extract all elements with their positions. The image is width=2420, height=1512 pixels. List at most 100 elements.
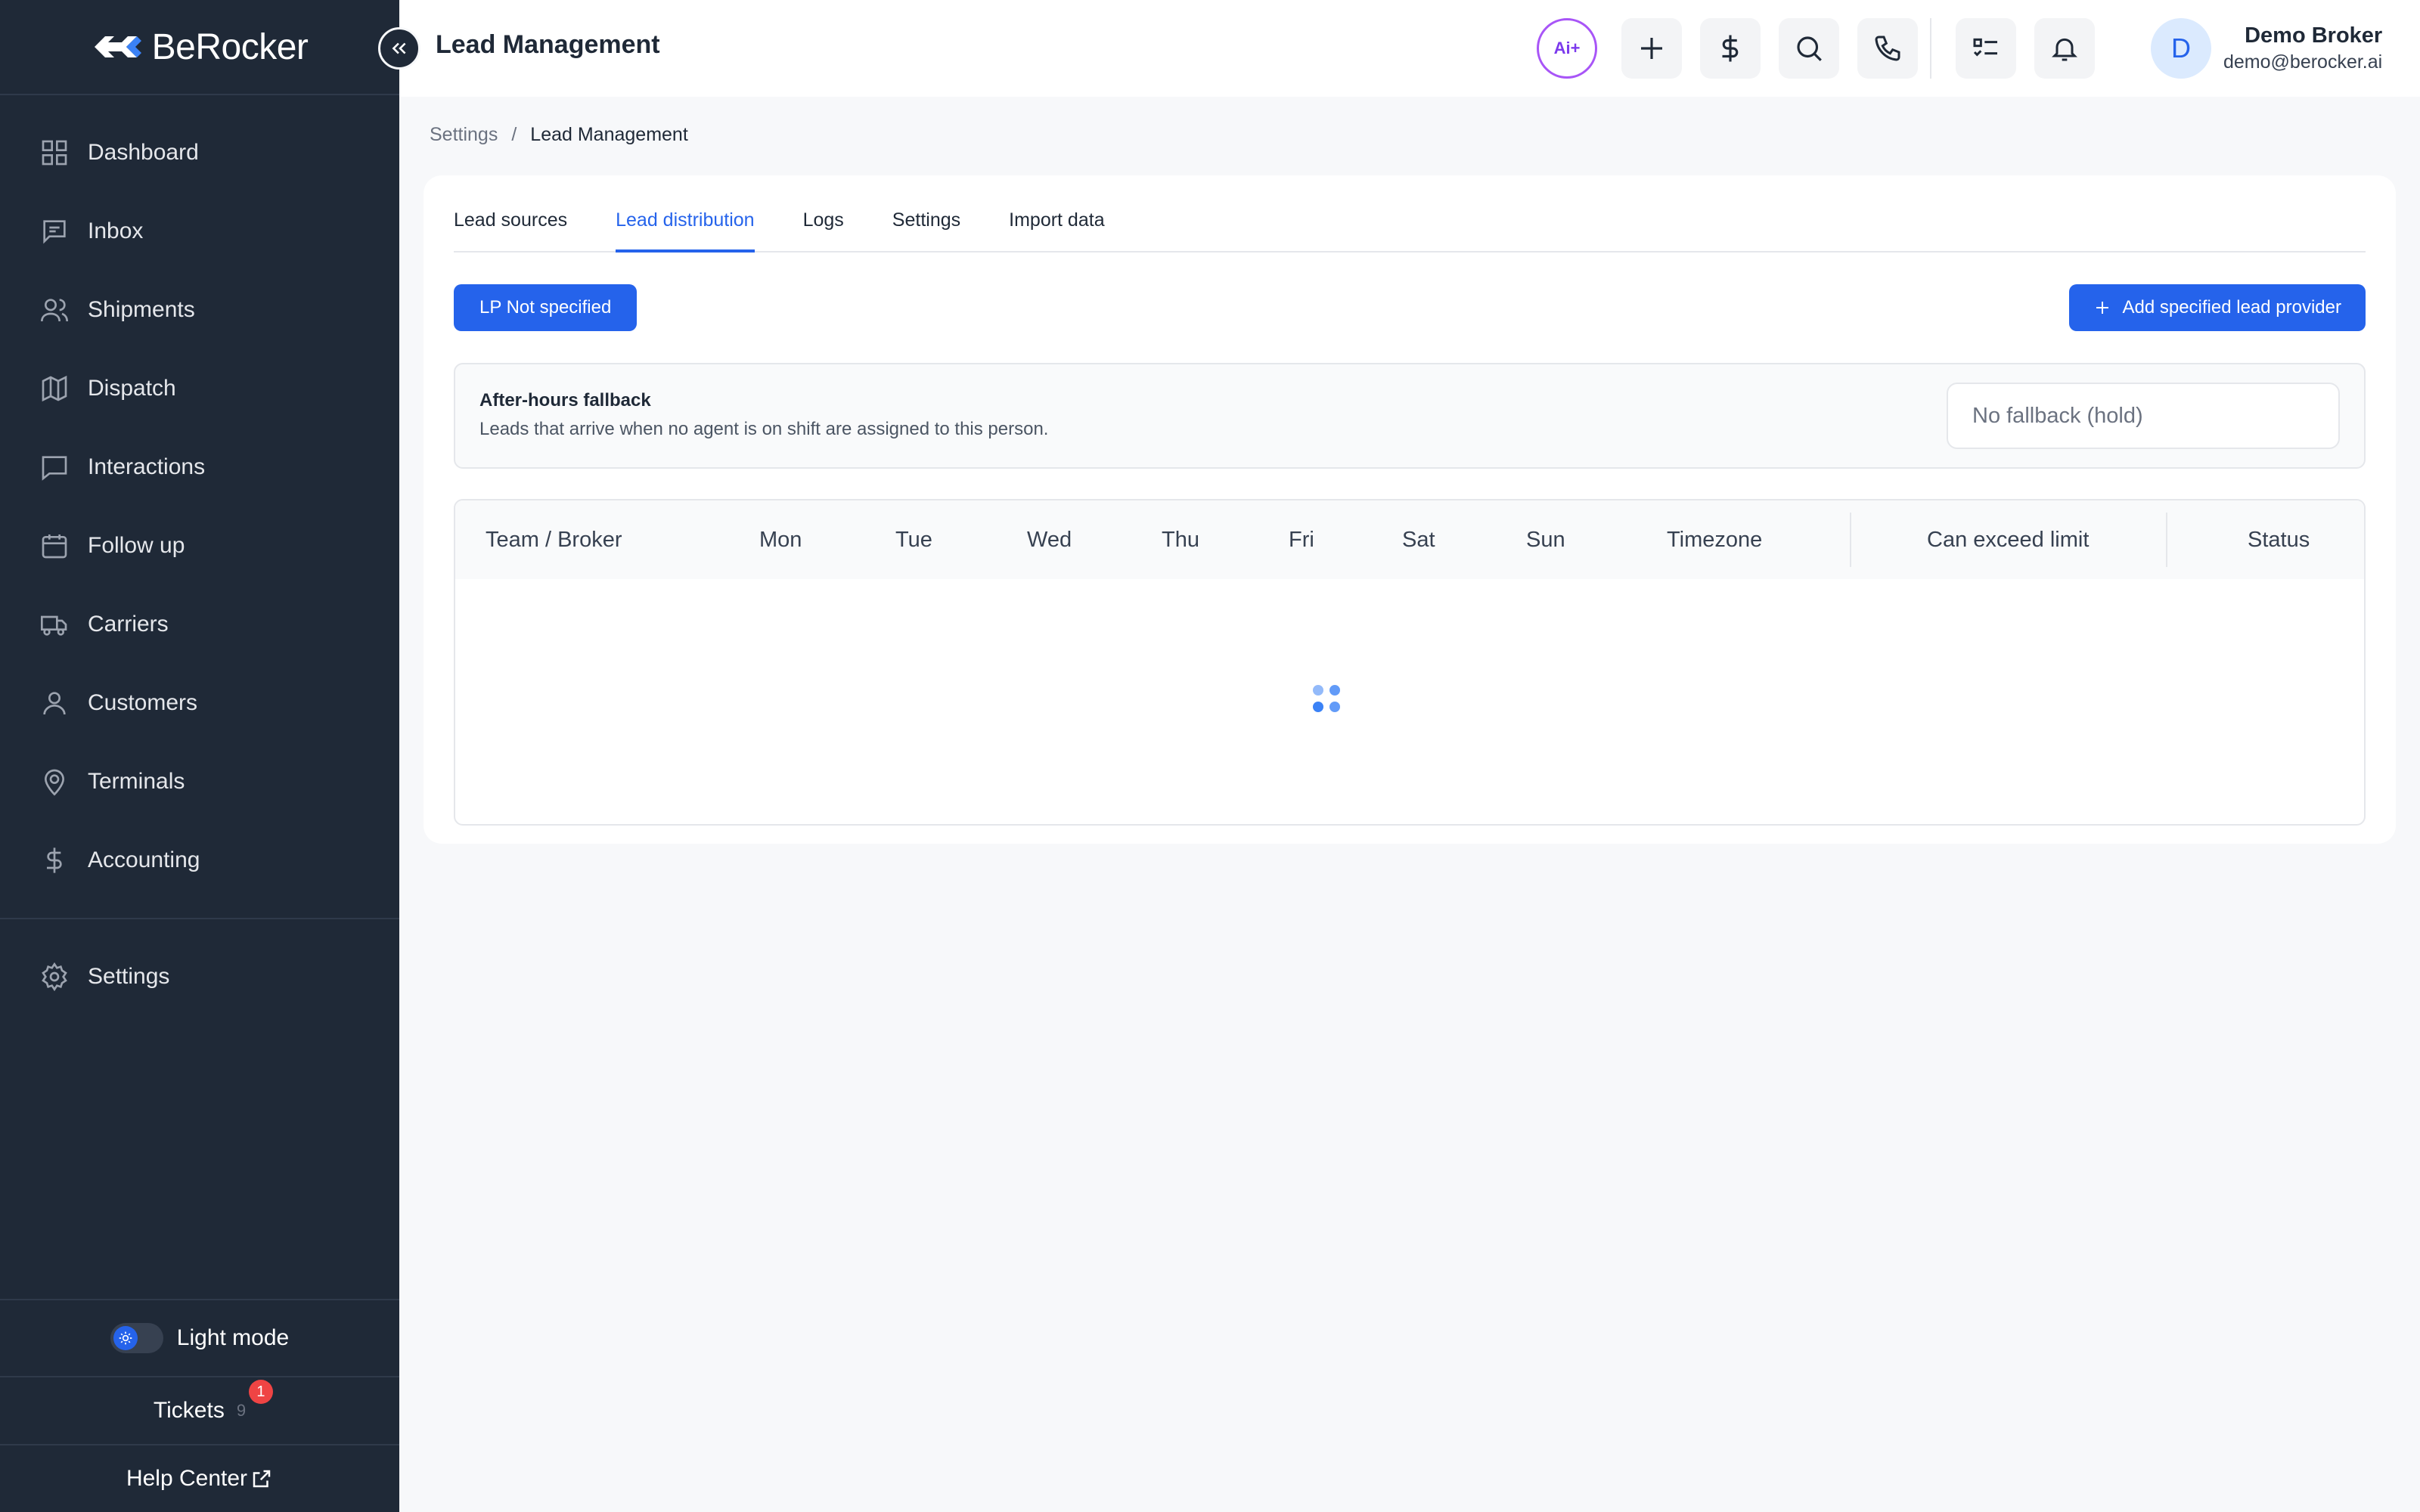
tab-lead-sources[interactable]: Lead sources [454, 209, 567, 251]
tab-import-data[interactable]: Import data [1009, 209, 1104, 251]
sidebar-item-label: Dashboard [88, 140, 199, 165]
sidebar-item-label: Carriers [88, 612, 169, 637]
tickets-row[interactable]: Tickets 9 1 [0, 1376, 399, 1444]
breadcrumb-current: Lead Management [530, 124, 688, 145]
collapse-sidebar-button[interactable] [378, 27, 420, 70]
sidebar-item-label: Dispatch [88, 376, 176, 401]
sidebar-item-label: Interactions [88, 454, 206, 479]
column-header-thu: Thu [1162, 527, 1199, 552]
sidebar-item-label: Terminals [88, 769, 185, 794]
user-email: demo@berocker.ai [2223, 51, 2383, 73]
create-button[interactable] [1621, 18, 1682, 79]
breadcrumb: Settings / Lead Management [430, 124, 688, 146]
sidebar-item-dashboard[interactable]: Dashboard [0, 113, 399, 192]
tickets-label: Tickets [153, 1398, 225, 1423]
sidebar-item-carriers[interactable]: Carriers [0, 585, 399, 664]
sidebar-item-terminals[interactable]: Terminals [0, 742, 399, 821]
chat-icon [38, 451, 71, 484]
tasks-button[interactable] [1956, 18, 2016, 79]
user-menu[interactable]: D Demo Broker demo@berocker.ai [2151, 18, 2382, 79]
inbox-icon [38, 215, 71, 248]
help-center-link[interactable]: Help Center [0, 1444, 399, 1512]
column-header-sun: Sun [1526, 527, 1565, 552]
search-icon [1797, 36, 1822, 61]
phone-button[interactable] [1857, 18, 1918, 79]
column-header-tue: Tue [895, 527, 932, 552]
notifications-button[interactable] [2034, 18, 2095, 79]
phone-icon [1875, 36, 1900, 61]
after-hours-fallback: After-hours fallback Leads that arrive w… [454, 363, 2366, 469]
sidebar-item-dispatch[interactable]: Dispatch [0, 349, 399, 428]
sidebar-item-label: Accounting [88, 847, 200, 872]
tab-logs[interactable]: Logs [803, 209, 844, 251]
brand-name: BeRocker [151, 26, 309, 67]
sidebar-item-label: Shipments [88, 297, 195, 322]
dollar-icon [38, 844, 71, 877]
tickets-count: 9 [236, 1401, 247, 1420]
column-divider [1850, 513, 1851, 567]
search-button[interactable] [1779, 18, 1839, 79]
distribution-table: Team / Broker Mon Tue Wed Thu Fri Sat Su… [454, 499, 2366, 826]
tabs: Lead sources Lead distribution Logs Sett… [454, 175, 2366, 253]
table-header: Team / Broker Mon Tue Wed Thu Fri Sat Su… [455, 500, 2364, 579]
fallback-assignee-select[interactable]: No fallback (hold) [1947, 383, 2340, 449]
sidebar-item-label: Settings [88, 964, 170, 989]
truck-icon [38, 608, 71, 641]
ai-assistant-button[interactable]: Ai+ [1537, 18, 1597, 79]
gear-icon [38, 960, 71, 993]
user-icon [38, 686, 71, 720]
berocker-logo-icon [94, 36, 141, 57]
lead-provider-filter-button[interactable]: LP Not specified [454, 284, 638, 331]
avatar: D [2151, 18, 2211, 79]
breadcrumb-separator: / [511, 124, 517, 145]
column-header-team-broker: Team / Broker [486, 527, 622, 552]
users-icon [38, 293, 71, 327]
fallback-title: After-hours fallback [479, 390, 651, 411]
checklist-icon [1973, 38, 1997, 57]
sidebar-item-customers[interactable]: Customers [0, 664, 399, 742]
dashboard-icon [38, 136, 71, 169]
calendar-icon [38, 529, 71, 562]
tab-lead-distribution[interactable]: Lead distribution [616, 209, 755, 253]
breadcrumb-parent[interactable]: Settings [430, 124, 498, 146]
page-title: Lead Management [436, 30, 660, 59]
brand-logo[interactable]: BeRocker [0, 0, 399, 95]
column-header-status: Status [2248, 527, 2310, 552]
sidebar-item-follow-up[interactable]: Follow up [0, 507, 399, 585]
column-divider [2166, 513, 2167, 567]
sidebar-item-settings[interactable]: Settings [0, 937, 399, 1016]
theme-label: Light mode [176, 1325, 290, 1350]
sidebar-item-inbox[interactable]: Inbox [0, 192, 399, 271]
sidebar-item-accounting[interactable]: Accounting [0, 821, 399, 900]
sidebar-item-shipments[interactable]: Shipments [0, 271, 399, 349]
loading-spinner-icon [1313, 685, 1343, 715]
column-header-mon: Mon [759, 527, 802, 552]
sidebar-divider [0, 918, 399, 919]
theme-toggle[interactable] [110, 1323, 163, 1353]
sun-icon [113, 1326, 138, 1350]
column-header-can-exceed-limit: Can exceed limit [1927, 527, 2090, 552]
help-center-label: Help Center [126, 1466, 248, 1491]
bell-icon [2052, 38, 2077, 61]
topbar: Lead Management Ai+ D Demo Broker demo@b… [399, 0, 2420, 97]
toolbar-divider [1930, 18, 1931, 79]
column-header-fri: Fri [1289, 527, 1314, 552]
quote-button[interactable] [1700, 18, 1761, 79]
add-lead-provider-button[interactable]: Add specified lead provider [2069, 284, 2366, 331]
sidebar-item-interactions[interactable]: Interactions [0, 428, 399, 507]
plus-icon [2093, 299, 2111, 317]
plus-icon [1641, 38, 1662, 59]
dollar-icon [1722, 35, 1739, 62]
sidebar-item-label: Follow up [88, 533, 185, 558]
tab-settings[interactable]: Settings [892, 209, 960, 251]
column-header-wed: Wed [1027, 527, 1072, 552]
map-icon [38, 372, 71, 405]
theme-toggle-row[interactable]: Light mode [0, 1299, 399, 1376]
sidebar: BeRocker Dashboard Inbox Shipments Dispa… [0, 0, 399, 1512]
external-link-icon [250, 1467, 273, 1490]
sidebar-item-label: Customers [88, 690, 198, 715]
sidebar-nav: Dashboard Inbox Shipments Dispatch Inter… [0, 113, 399, 900]
user-name: Demo Broker [2245, 23, 2383, 48]
double-chevron-left-icon [392, 42, 406, 54]
column-header-timezone: Timezone [1667, 527, 1763, 552]
